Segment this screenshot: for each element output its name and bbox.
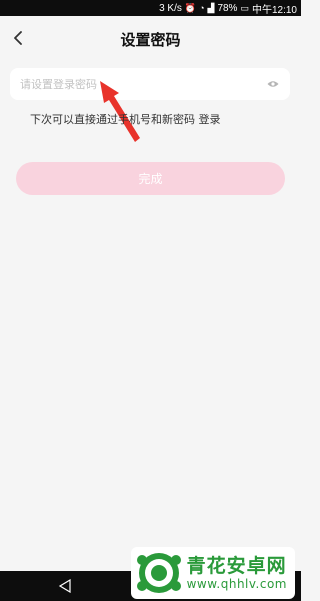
- password-field[interactable]: [10, 68, 290, 100]
- clock: 中午12:10: [251, 4, 297, 16]
- password-input[interactable]: [20, 77, 266, 91]
- login-hint: 下次可以直接通过手机号和新密码 登录: [30, 113, 221, 126]
- battery-icon: ▭: [240, 2, 249, 13]
- chevron-left-icon: [14, 31, 22, 45]
- eye-icon[interactable]: [266, 77, 280, 91]
- status-bar: 3 K/s ⏰ ◔ ▟ 78% ▭ 中午12:10: [0, 0, 301, 16]
- network-speed: 3 K/s: [159, 2, 182, 14]
- alarm-icon: ⏰: [184, 2, 197, 13]
- back-button[interactable]: [6, 24, 30, 52]
- signal-icon: ▟: [207, 2, 215, 13]
- wifi-icon: ◔: [199, 2, 205, 13]
- watermark-logo-icon: [136, 553, 181, 593]
- page-title: 设置密码: [120, 30, 181, 49]
- watermark-name: 青花安卓网: [186, 555, 287, 577]
- battery-level: 78%: [217, 2, 238, 14]
- nav-back-icon[interactable]: [58, 579, 72, 593]
- watermark: 青花安卓网 www.qhhlv.com: [130, 547, 295, 599]
- watermark-text: 青花安卓网 www.qhhlv.com: [187, 555, 287, 591]
- watermark-url: www.qhhlv.com: [186, 577, 287, 591]
- header: 设置密码: [0, 16, 301, 62]
- done-button[interactable]: 完成: [16, 162, 285, 195]
